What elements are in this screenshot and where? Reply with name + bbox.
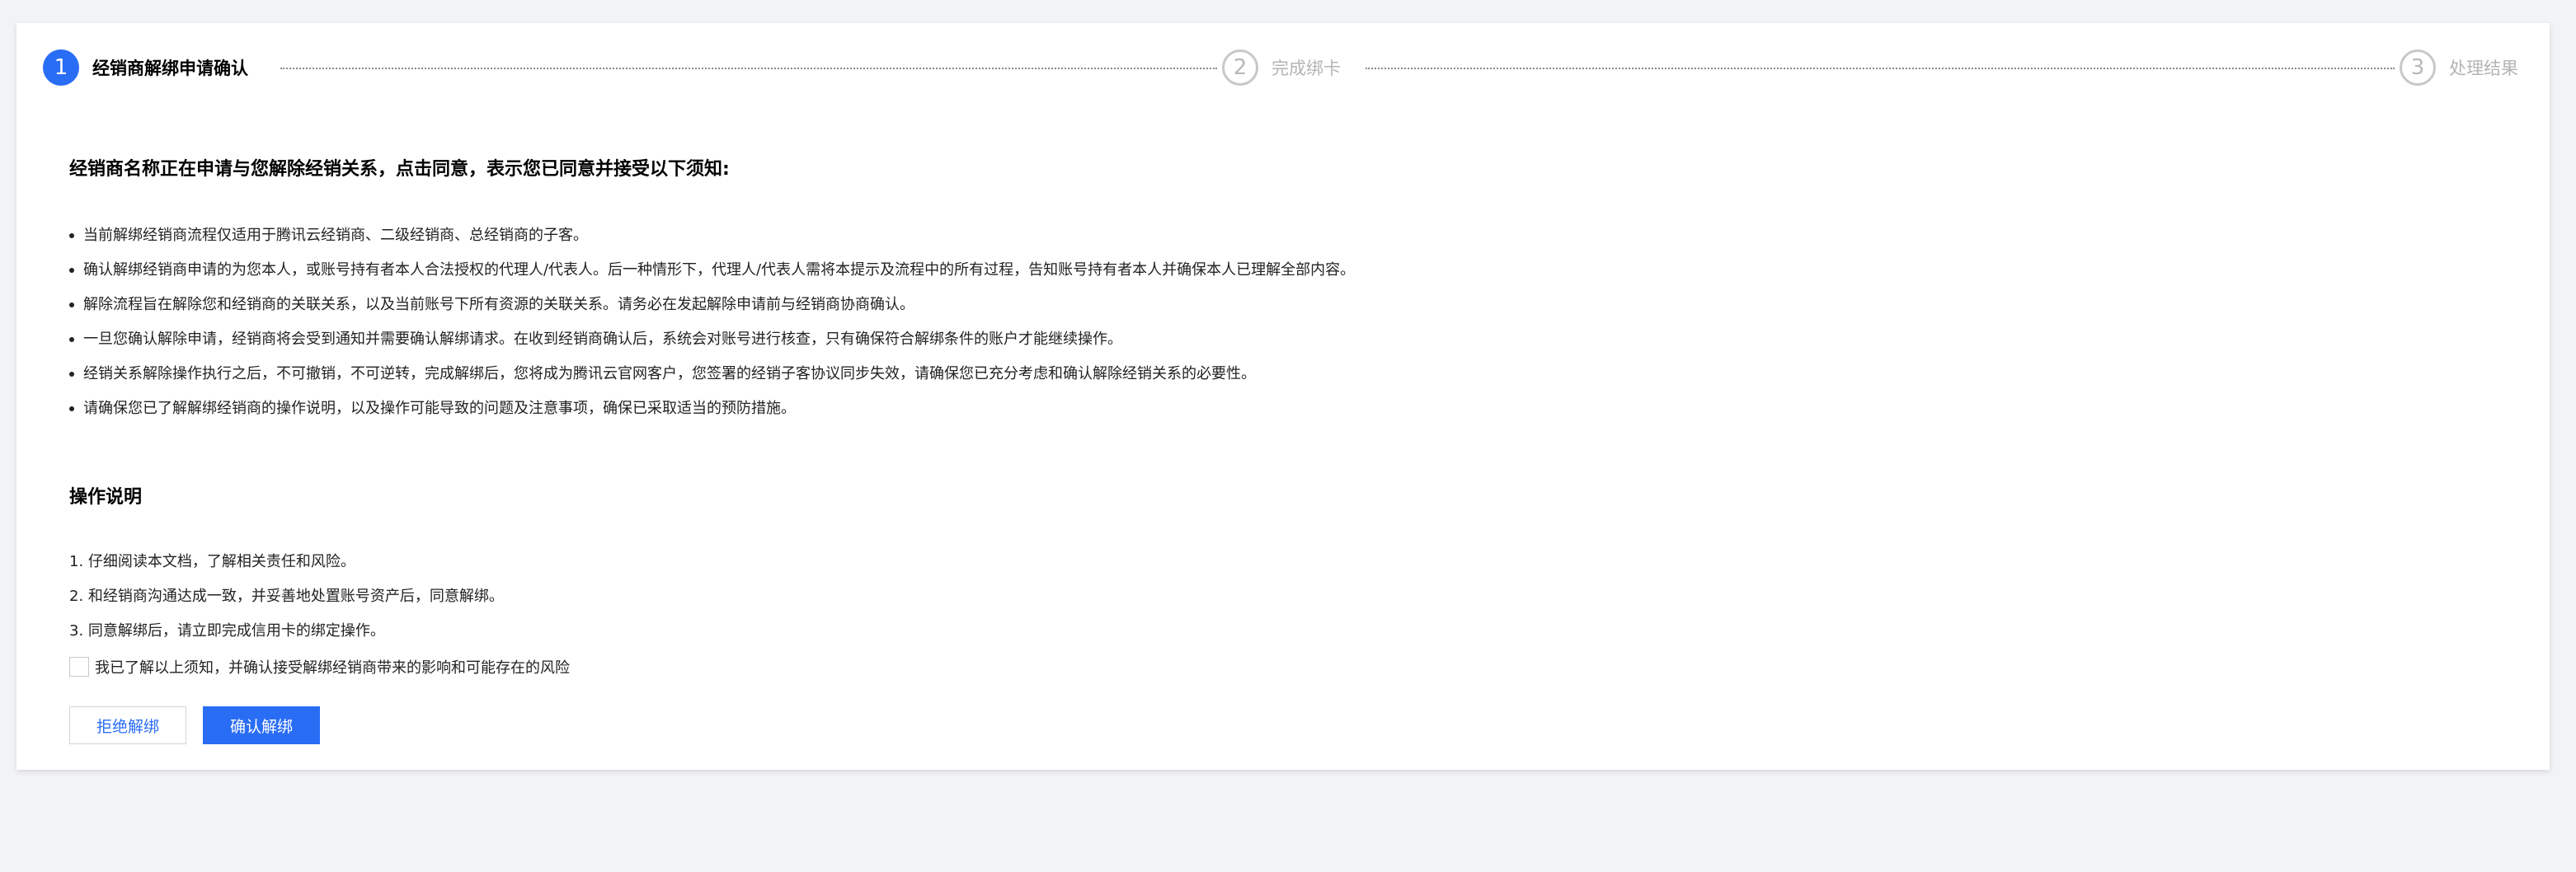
unbind-card: 1 经销商解绑申请确认 2 完成绑卡 3 处理结果 经销商名称正在申请与您解除经… — [16, 23, 2550, 770]
notice-item: 一旦您确认解除申请，经销商将会受到通知并需要确认解绑请求。在收到经销商确认后，系… — [69, 321, 1355, 356]
step-connector-2 — [1366, 68, 2395, 69]
operations-list: 1. 仔细阅读本文档，了解相关责任和风险。 2. 和经销商沟通达成一致，并妥善地… — [69, 544, 504, 648]
notice-item: 当前解绑经销商流程仅适用于腾讯云经销商、二级经销商、总经销商的子客。 — [69, 218, 1355, 252]
bullet-icon — [69, 372, 74, 377]
step-1-label: 经销商解绑申请确认 — [92, 59, 248, 78]
notice-item-text: 当前解绑经销商流程仅适用于腾讯云经销商、二级经销商、总经销商的子客。 — [83, 227, 588, 244]
bullet-icon — [69, 268, 74, 273]
agreement-row[interactable]: 我已了解以上须知，并确认接受解绑经销商带来的影响和可能存在的风险 — [69, 654, 570, 679]
notice-item-text: 一旦您确认解除申请，经销商将会受到通知并需要确认解绑请求。在收到经销商确认后，系… — [83, 331, 1122, 348]
bullet-icon — [69, 302, 74, 307]
reject-unbind-button[interactable]: 拒绝解绑 — [69, 706, 186, 744]
bullet-icon — [69, 337, 74, 342]
agreement-label[interactable]: 我已了解以上须知，并确认接受解绑经销商带来的影响和可能存在的风险 — [95, 656, 570, 677]
step-indicator: 1 经销商解绑申请确认 2 完成绑卡 3 处理结果 — [16, 23, 2550, 114]
operation-item: 2. 和经销商沟通达成一致，并妥善地处置账号资产后，同意解绑。 — [69, 588, 504, 605]
step-1-number: 1 — [43, 49, 79, 86]
step-3-number: 3 — [2400, 49, 2436, 86]
notice-item-text: 确认解绑经销商申请的为您本人，或账号持有者本人合法授权的代理人/代表人。后一种情… — [83, 261, 1356, 279]
bullet-icon — [69, 406, 74, 411]
notice-item-text: 解除流程旨在解除您和经销商的关联关系，以及当前账号下所有资源的关联关系。请务必在… — [83, 296, 914, 313]
agreement-checkbox[interactable] — [69, 657, 89, 677]
operations-title: 操作说明 — [69, 487, 143, 508]
operation-item: 1. 仔细阅读本文档，了解相关责任和风险。 — [69, 553, 355, 570]
step-connector-1 — [280, 68, 1217, 69]
notice-item: 经销关系解除操作执行之后，不可撤销，不可逆转，完成解绑后，您将成为腾讯云官网客户… — [69, 356, 1355, 391]
notice-item: 确认解绑经销商申请的为您本人，或账号持有者本人合法授权的代理人/代表人。后一种情… — [69, 252, 1355, 287]
confirm-unbind-button[interactable]: 确认解绑 — [203, 706, 320, 744]
notice-list: 当前解绑经销商流程仅适用于腾讯云经销商、二级经销商、总经销商的子客。 确认解绑经… — [69, 218, 1355, 425]
notice-title: 经销商名称正在申请与您解除经销关系，点击同意，表示您已同意并接受以下须知: — [69, 159, 730, 180]
notice-item: 解除流程旨在解除您和经销商的关联关系，以及当前账号下所有资源的关联关系。请务必在… — [69, 287, 1355, 321]
operation-item: 3. 同意解绑后，请立即完成信用卡的绑定操作。 — [69, 622, 385, 640]
notice-item-text: 请确保您已了解解绑经销商的操作说明，以及操作可能导致的问题及注意事项，确保已采取… — [83, 400, 796, 417]
step-3-label: 处理结果 — [2449, 59, 2518, 78]
step-2-number: 2 — [1222, 49, 1258, 86]
step-2-label: 完成绑卡 — [1272, 59, 1341, 78]
notice-item: 请确保您已了解解绑经销商的操作说明，以及操作可能导致的问题及注意事项，确保已采取… — [69, 391, 1355, 425]
bullet-icon — [69, 233, 74, 238]
notice-item-text: 经销关系解除操作执行之后，不可撤销，不可逆转，完成解绑后，您将成为腾讯云官网客户… — [83, 365, 1256, 382]
